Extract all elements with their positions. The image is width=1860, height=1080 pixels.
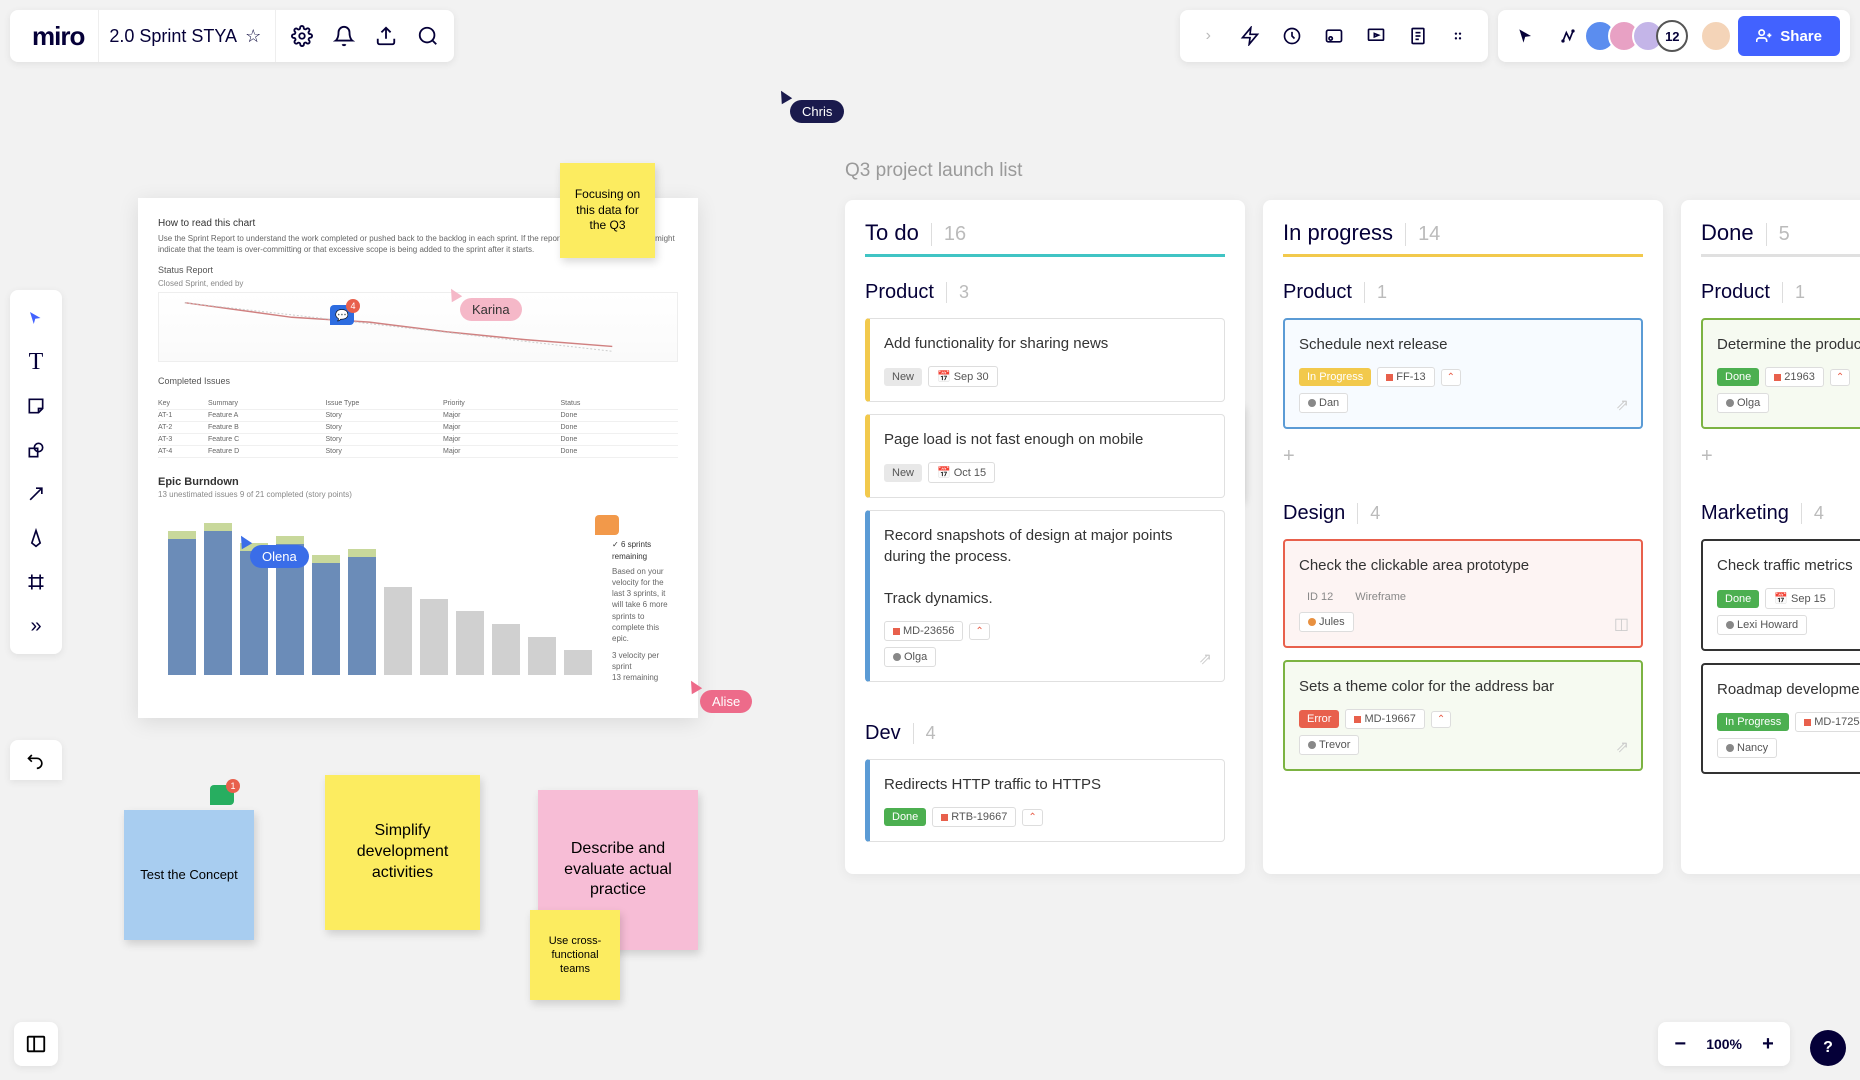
star-icon[interactable]: ☆ — [245, 26, 261, 47]
apps-group: › — [1180, 10, 1488, 62]
burndown-chart — [158, 292, 678, 362]
share-button[interactable]: Share — [1738, 16, 1840, 56]
kanban-card[interactable]: Roadmap development In Progress MD-17254… — [1701, 663, 1860, 774]
comment-badge[interactable] — [595, 515, 619, 535]
more-apps-icon[interactable] — [1442, 18, 1478, 54]
topbar-icons — [275, 10, 446, 62]
card-link-icon: ⇗ — [1616, 395, 1629, 415]
arrow-tool[interactable] — [16, 474, 56, 514]
epic-sub: 13 unestimated issues 9 of 21 completed … — [158, 490, 678, 499]
avatar-stack[interactable]: 12 — [1592, 20, 1688, 52]
left-toolbar: T » — [10, 290, 62, 654]
topbar-left: miro 2.0 Sprint STYA ☆ — [10, 10, 454, 62]
section-title: Product — [865, 281, 934, 304]
card-link-icon: ⇗ — [1199, 649, 1212, 669]
card-link-icon: ⇗ — [1616, 737, 1629, 757]
my-avatar[interactable] — [1700, 20, 1732, 52]
completed-label: Completed Issues — [158, 376, 678, 386]
kanban-card[interactable]: Record snapshots of design at major poin… — [865, 510, 1225, 682]
cursor-icon[interactable] — [1508, 18, 1544, 54]
board-title[interactable]: 2.0 Sprint STYA ☆ — [98, 10, 271, 62]
participant-count: 12 — [1656, 20, 1688, 52]
minimap-toggle[interactable] — [14, 1022, 58, 1066]
settings-icon[interactable] — [284, 18, 320, 54]
kanban-card[interactable]: Check the clickable area prototype ID 12… — [1283, 539, 1643, 648]
report-closed: Closed Sprint, ended by — [158, 279, 678, 288]
kanban-card[interactable]: Add functionality for sharing news New📅 … — [865, 318, 1225, 402]
embed-icon[interactable] — [1316, 18, 1352, 54]
topbar-right: › 12 Share — [1180, 10, 1850, 62]
epic-title: Epic Burndown — [158, 476, 678, 488]
user-cursor: Olena — [250, 545, 309, 568]
help-button[interactable]: ? — [1810, 1030, 1846, 1066]
lightning-icon[interactable] — [1232, 18, 1268, 54]
sprint-report-embed[interactable]: How to read this chart Use the Sprint Re… — [138, 198, 698, 718]
sticky-note[interactable]: Use cross-functional teams — [530, 910, 620, 1000]
kanban-card[interactable]: Schedule next release In Progress FF-13⌃… — [1283, 318, 1643, 429]
present-icon[interactable] — [1358, 18, 1394, 54]
notes-icon[interactable] — [1400, 18, 1436, 54]
board-title-text: 2.0 Sprint STYA — [109, 26, 237, 47]
zoom-out-button[interactable]: − — [1670, 1033, 1690, 1056]
kanban-card[interactable]: Sets a theme color for the address bar E… — [1283, 660, 1643, 771]
timer-icon[interactable] — [1274, 18, 1310, 54]
user-cursor: Alise — [700, 690, 752, 713]
column-count: 16 — [931, 223, 966, 246]
bell-icon[interactable] — [326, 18, 362, 54]
text-tool[interactable]: T — [16, 342, 56, 382]
zoom-in-button[interactable]: + — [1758, 1033, 1778, 1056]
kanban-column-done: Done5 Product1 Determine the product cus… — [1681, 200, 1860, 874]
add-card-button[interactable]: + — [1701, 441, 1860, 472]
column-title: To do — [865, 220, 919, 246]
report-status: Status Report — [158, 265, 678, 275]
sticky-note[interactable]: Test the Concept — [124, 810, 254, 940]
sticky-tool[interactable] — [16, 386, 56, 426]
kanban-column-todo: To do16 Product3 Add functionality for s… — [845, 200, 1245, 874]
kanban-board[interactable]: To do16 Product3 Add functionality for s… — [845, 200, 1860, 874]
zoom-value[interactable]: 100% — [1706, 1036, 1742, 1052]
share-label: Share — [1780, 28, 1822, 45]
completed-table: KeySummaryIssue TypePriorityStatus AT-1F… — [158, 398, 678, 458]
kanban-card[interactable]: Page load is not fast enough on mobile N… — [865, 414, 1225, 498]
kanban-card[interactable]: Determine the product customer support D… — [1701, 318, 1860, 429]
sticky-note[interactable]: Focusing on this data for the Q3 — [560, 163, 655, 258]
kanban-card[interactable]: Check traffic metrics Done📅 Sep 15 Lexi … — [1701, 539, 1860, 651]
more-tools[interactable]: » — [16, 606, 56, 646]
kanban-title: Q3 project launch list — [845, 160, 1022, 182]
sticky-note[interactable]: Simplify development activities — [325, 775, 480, 930]
card-link-icon: ◫ — [1614, 614, 1629, 634]
chevron-right-icon[interactable]: › — [1190, 18, 1226, 54]
logo[interactable]: miro — [18, 21, 98, 52]
user-cursor: Karina — [460, 298, 522, 321]
zoom-controls: − 100% + — [1658, 1022, 1790, 1066]
user-cursor: Chris — [790, 100, 844, 123]
export-icon[interactable] — [368, 18, 404, 54]
reactions-icon[interactable] — [1550, 18, 1586, 54]
frame-tool[interactable] — [16, 562, 56, 602]
pen-tool[interactable] — [16, 518, 56, 558]
shape-tool[interactable] — [16, 430, 56, 470]
search-icon[interactable] — [410, 18, 446, 54]
comment-badge[interactable]: 1 — [210, 785, 234, 805]
undo-button[interactable] — [10, 740, 62, 780]
add-card-button[interactable]: + — [1283, 441, 1643, 472]
epic-chart — [158, 515, 602, 675]
kanban-column-inprogress: In progress14 Product1 Schedule next rel… — [1263, 200, 1663, 874]
collab-group: 12 Share — [1498, 10, 1850, 62]
kanban-card[interactable]: Redirects HTTP traffic to HTTPS Done RTB… — [865, 759, 1225, 842]
select-tool[interactable] — [16, 298, 56, 338]
comment-badge[interactable]: 4💬 — [330, 305, 354, 325]
